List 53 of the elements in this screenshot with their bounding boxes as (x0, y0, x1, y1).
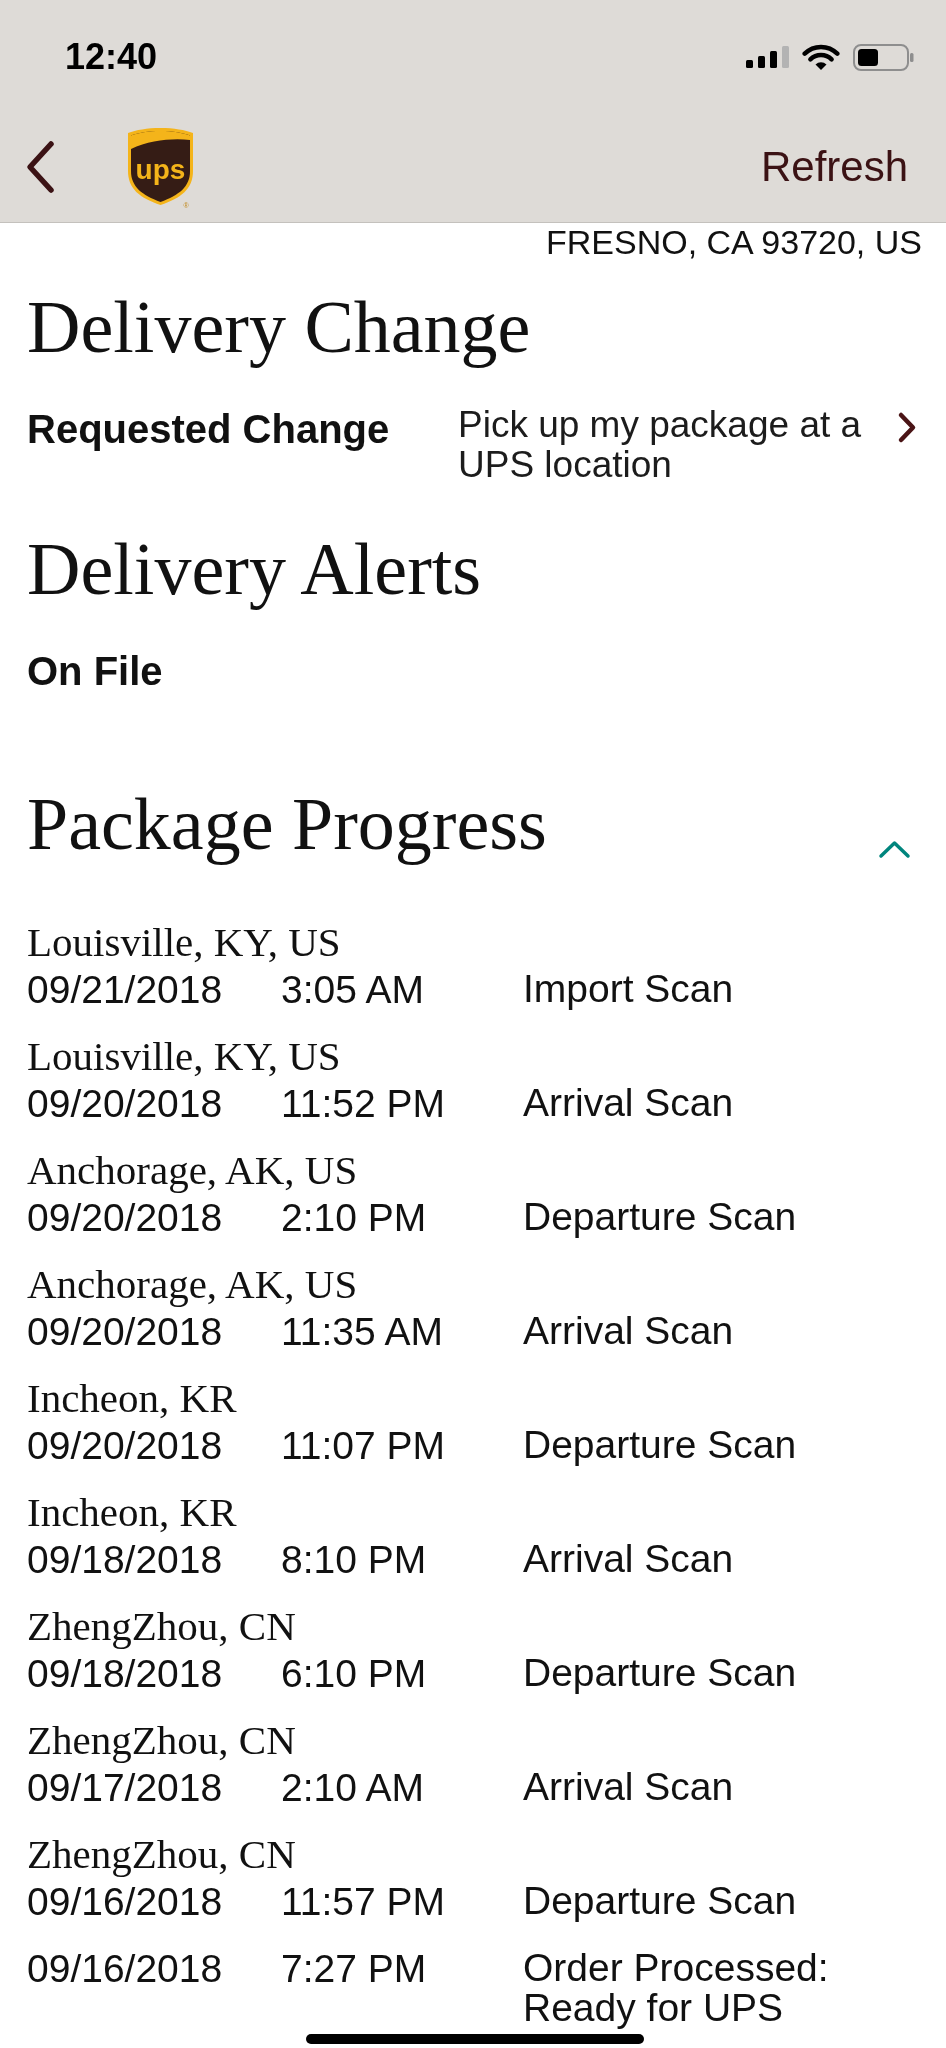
event-time: 8:10 PM (281, 1539, 427, 1580)
wifi-icon (802, 43, 840, 71)
event-location: ZhengZhou, CN (27, 1603, 296, 1650)
section-title: Delivery Change (27, 285, 531, 369)
event-time: 2:10 PM (281, 1197, 427, 1238)
event-time: 7:27 PM (281, 1948, 427, 1989)
section-title: Package Progress (27, 782, 547, 866)
event-activity: Import Scan (523, 969, 734, 1009)
event-activity: Order Processed: Ready for UPS (523, 1948, 830, 2028)
event-date: 09/17/2018 (27, 1767, 223, 1808)
event-time: 11:35 AM (281, 1311, 443, 1352)
event-activity: Departure Scan (523, 1425, 797, 1465)
event-date: 09/16/2018 (27, 1948, 223, 1989)
event-date: 09/18/2018 (27, 1539, 223, 1580)
event-time: 11:52 PM (281, 1083, 446, 1124)
event-time: 2:10 AM (281, 1767, 425, 1808)
event-time: 3:05 AM (281, 969, 425, 1010)
event-date: 09/16/2018 (27, 1881, 223, 1922)
event-activity: Departure Scan (523, 1881, 797, 1921)
alerts-status: On File (27, 648, 163, 695)
event-activity: Arrival Scan (523, 1311, 734, 1351)
status-time: 12:40 (65, 36, 158, 78)
event-time: 11:07 PM (281, 1425, 446, 1466)
battery-icon (853, 43, 914, 71)
event-date: 09/18/2018 (27, 1653, 223, 1694)
refresh-button[interactable]: Refresh (760, 142, 908, 192)
event-date: 09/20/2018 (27, 1425, 223, 1466)
chevron-right-icon[interactable] (896, 411, 918, 444)
event-time: 6:10 PM (281, 1653, 427, 1694)
address-text: FRESNO, CA 93720, US (545, 223, 922, 261)
event-location: Anchorage, AK, US (27, 1261, 358, 1308)
event-activity: Arrival Scan (523, 1083, 734, 1123)
section-title: Delivery Alerts (27, 527, 482, 611)
event-date: 09/20/2018 (27, 1311, 223, 1352)
event-time: 11:57 PM (281, 1881, 446, 1922)
event-date: 09/21/2018 (27, 969, 223, 1010)
event-activity: Departure Scan (523, 1197, 797, 1237)
event-location: ZhengZhou, CN (27, 1717, 296, 1764)
event-activity: Arrival Scan (523, 1767, 734, 1807)
field-value: Pick up my package at a UPS location (458, 405, 863, 485)
event-location: Louisville, KY, US (27, 1033, 341, 1080)
signal-icon (746, 46, 789, 68)
event-location: Incheon, KR (27, 1375, 237, 1422)
event-location: Incheon, KR (27, 1489, 237, 1536)
chevron-up-icon[interactable] (878, 840, 911, 859)
event-location: ZhengZhou, CN (27, 1831, 296, 1878)
event-location: Anchorage, AK, US (27, 1147, 358, 1194)
event-activity: Departure Scan (523, 1653, 797, 1693)
event-date: 09/20/2018 (27, 1197, 223, 1238)
event-date: 09/20/2018 (27, 1083, 223, 1124)
event-activity: Arrival Scan (523, 1539, 734, 1579)
event-location: Louisville, KY, US (27, 919, 341, 966)
field-label: Requested Change (27, 406, 390, 453)
